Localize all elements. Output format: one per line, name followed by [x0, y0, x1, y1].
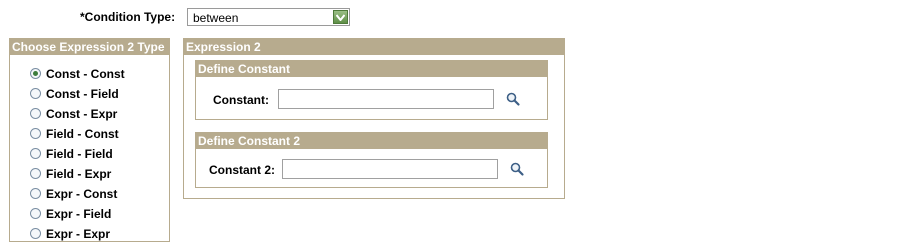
radio-checked-icon[interactable]	[30, 68, 41, 79]
expression-type-option-label: Const - Expr	[46, 107, 118, 121]
expression-type-panel-title: Choose Expression 2 Type	[10, 39, 169, 55]
radio-unchecked-icon[interactable]	[30, 148, 41, 159]
constant-input[interactable]	[278, 89, 494, 109]
magnifier-icon[interactable]	[505, 91, 521, 107]
radio-unchecked-icon[interactable]	[30, 168, 41, 179]
condition-type-label: *Condition Type:	[80, 10, 176, 24]
constant2-input[interactable]	[282, 159, 498, 179]
radio-unchecked-icon[interactable]	[30, 188, 41, 199]
condition-type-select[interactable]: between	[187, 8, 350, 26]
radio-dot-icon	[33, 71, 38, 76]
condition-type-value: between	[193, 11, 239, 25]
radio-unchecked-icon[interactable]	[30, 228, 41, 239]
expression-type-option-label: Field - Const	[46, 127, 119, 141]
expression-type-option-label: Const - Field	[46, 87, 119, 101]
constant2-label: Constant 2:	[209, 163, 275, 177]
expression-type-panel: Choose Expression 2 Type Const - Const Co…	[9, 38, 170, 242]
radio-unchecked-icon[interactable]	[30, 128, 41, 139]
expression-type-option-label: Expr - Const	[46, 187, 118, 201]
define-constant2-title: Define Constant 2	[196, 133, 547, 149]
magnifier-icon[interactable]	[509, 161, 525, 177]
expression-type-option-label: Field - Expr	[46, 167, 112, 181]
radio-unchecked-icon[interactable]	[30, 108, 41, 119]
define-constant-title: Define Constant	[196, 61, 547, 77]
expression2-panel: Expression 2 Define Constant Constant: D…	[183, 38, 565, 199]
expression-type-option-label: Expr - Field	[46, 207, 112, 221]
radio-unchecked-icon[interactable]	[30, 208, 41, 219]
expression-type-option-label: Expr - Expr	[46, 227, 111, 241]
define-constant2-box: Define Constant 2 Constant 2:	[195, 132, 548, 188]
expression-type-option-label: Const - Const	[46, 67, 125, 81]
expression2-panel-title: Expression 2	[184, 39, 564, 55]
define-constant-box: Define Constant Constant:	[195, 60, 548, 120]
expression-type-option-label: Field - Field	[46, 147, 113, 161]
radio-unchecked-icon[interactable]	[30, 88, 41, 99]
constant-label: Constant:	[213, 93, 269, 107]
chevron-down-icon[interactable]	[333, 10, 348, 24]
